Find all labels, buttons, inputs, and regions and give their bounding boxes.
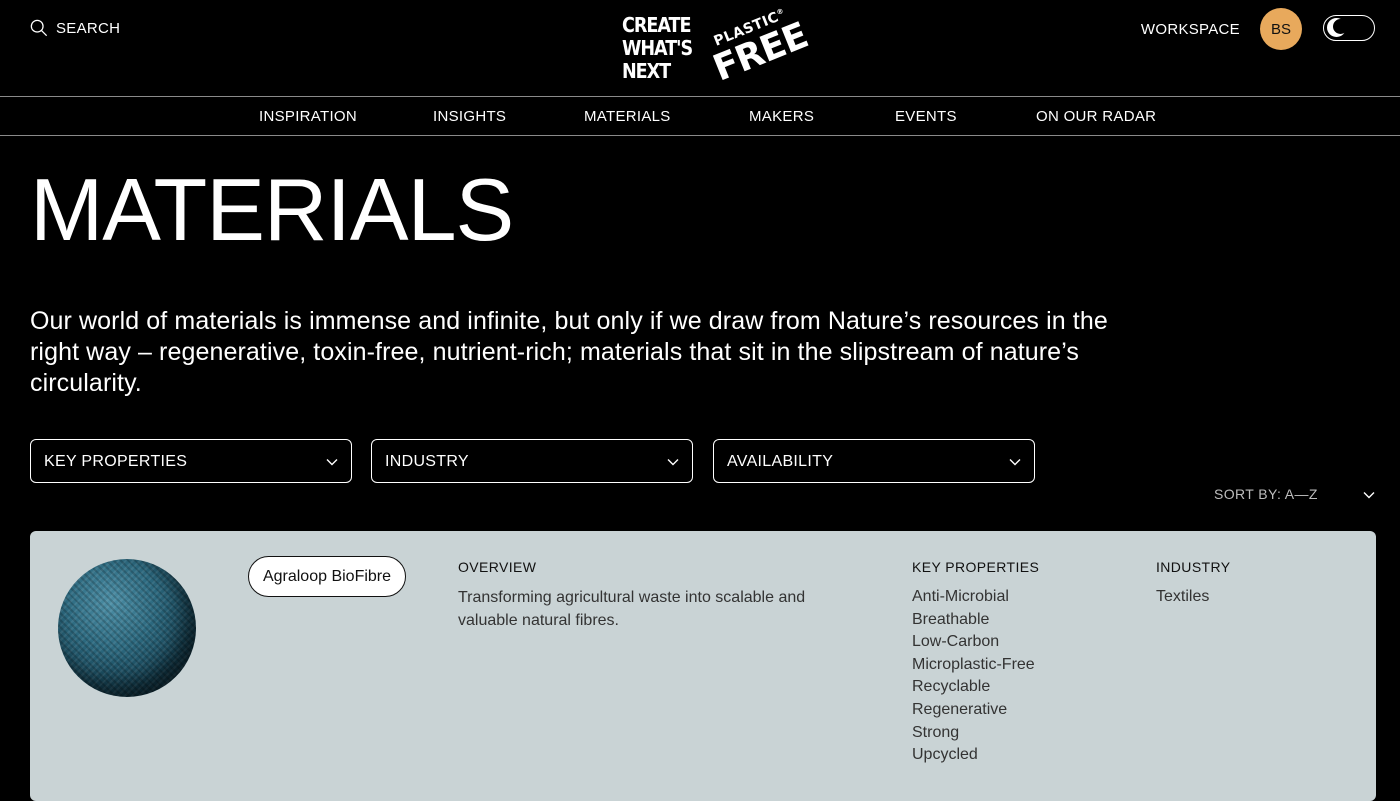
industry-list: Textiles xyxy=(1156,586,1209,609)
logo-line-1: CREATE xyxy=(622,13,691,37)
material-name-tag[interactable]: Agraloop BioFibre xyxy=(248,556,406,597)
nav-item-insights[interactable]: INSIGHTS xyxy=(433,108,506,125)
overview-text: Transforming agricultural waste into sca… xyxy=(458,589,806,629)
main-nav: INSPIRATION INSIGHTS MATERIALS MAKERS EV… xyxy=(0,96,1400,136)
dark-mode-toggle[interactable] xyxy=(1323,15,1375,41)
filter-label: INDUSTRY xyxy=(385,453,469,470)
nav-item-on-our-radar[interactable]: ON OUR RADAR xyxy=(1036,108,1156,125)
site-header: SEARCH CREATE WHAT'S NEXT PLASTIC® FREE … xyxy=(0,0,1400,96)
list-item: Strong xyxy=(912,723,960,741)
nav-item-events[interactable]: EVENTS xyxy=(895,108,957,125)
list-item: Microplastic-Free xyxy=(912,655,1035,673)
logo-line-2: WHAT'S xyxy=(622,36,693,60)
list-item: Recyclable xyxy=(912,678,991,696)
sort-dropdown[interactable]: SORT BY: A—Z xyxy=(1214,486,1378,504)
page-intro: Our world of materials is immense and in… xyxy=(30,307,1108,397)
list-item: Breathable xyxy=(912,610,990,628)
nav-item-inspiration[interactable]: INSPIRATION xyxy=(259,108,357,125)
overview-heading: OVERVIEW xyxy=(458,559,537,575)
registered-mark: ® xyxy=(775,6,786,17)
nav-item-makers[interactable]: MAKERS xyxy=(749,108,814,125)
logo-line-3: NEXT xyxy=(622,59,671,83)
material-card[interactable]: Agraloop BioFibre OVERVIEW Transforming … xyxy=(30,531,1376,801)
search-label: SEARCH xyxy=(56,19,121,37)
material-image[interactable] xyxy=(58,559,196,697)
filter-key-properties[interactable]: KEY PROPERTIES xyxy=(30,439,352,483)
list-item: Textiles xyxy=(1156,588,1210,605)
chevron-down-icon xyxy=(1363,492,1375,499)
list-item: Low-Carbon xyxy=(912,633,1000,651)
page-title: MATERIALS xyxy=(30,160,514,259)
workspace-link[interactable]: WORKSPACE xyxy=(1141,21,1240,38)
filter-label: AVAILABILITY xyxy=(727,453,834,470)
user-avatar[interactable]: BS xyxy=(1260,8,1302,50)
site-logo[interactable]: CREATE WHAT'S NEXT PLASTIC® FREE xyxy=(622,7,813,90)
logo-wordmark: CREATE WHAT'S NEXT xyxy=(622,13,693,83)
filter-industry[interactable]: INDUSTRY xyxy=(371,439,693,483)
list-item: Anti-Microbial xyxy=(912,588,1009,605)
search-button[interactable]: SEARCH xyxy=(30,19,120,37)
list-item: Upcycled xyxy=(912,746,978,764)
filter-label: KEY PROPERTIES xyxy=(44,453,188,470)
sort-label: SORT BY: A—Z xyxy=(1214,486,1318,502)
logo-plastic-free: PLASTIC® FREE xyxy=(699,0,814,100)
list-item: Regenerative xyxy=(912,700,1008,718)
nav-item-materials[interactable]: MATERIALS xyxy=(584,108,671,125)
moon-icon xyxy=(1327,18,1348,37)
chevron-down-icon xyxy=(326,459,338,466)
search-icon xyxy=(30,19,48,37)
key-properties-heading: KEY PROPERTIES xyxy=(912,559,1040,575)
key-properties-list: Anti-Microbial Breathable Low-Carbon Mic… xyxy=(912,586,1035,767)
filter-availability[interactable]: AVAILABILITY xyxy=(713,439,1035,483)
industry-heading: INDUSTRY xyxy=(1156,559,1231,575)
chevron-down-icon xyxy=(667,459,679,466)
chevron-down-icon xyxy=(1009,459,1021,466)
